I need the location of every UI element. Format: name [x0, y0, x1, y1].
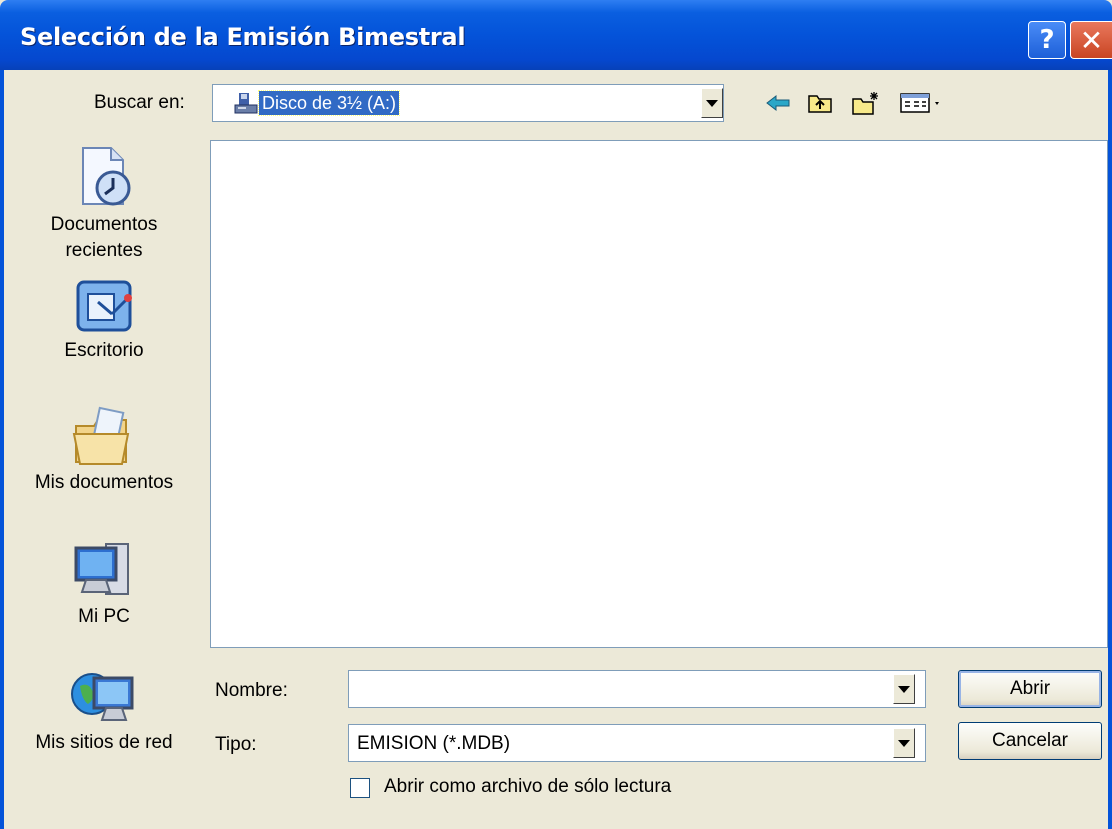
- close-button[interactable]: ✕: [1070, 21, 1112, 59]
- chevron-down-icon: [706, 99, 718, 107]
- view-menu-button[interactable]: [896, 86, 948, 120]
- window-frame-right: [1108, 70, 1112, 829]
- look-in-dropdown-button[interactable]: [701, 88, 723, 118]
- my-computer-icon: [74, 543, 129, 595]
- look-in-value: Disco de 3½ (A:): [257, 90, 401, 116]
- floppy-drive-icon: [234, 93, 258, 114]
- filename-label: Nombre:: [215, 680, 288, 701]
- readonly-label[interactable]: Abrir como archivo de sólo lectura: [384, 776, 671, 798]
- look-in-label: Buscar en:: [94, 92, 185, 113]
- file-list[interactable]: [210, 140, 1108, 648]
- place-network[interactable]: Mis sitios de red: [14, 664, 194, 756]
- filetype-dropdown[interactable]: EMISION (*.MDB): [348, 724, 926, 762]
- cancel-button[interactable]: Cancelar: [958, 722, 1102, 760]
- open-button[interactable]: Abrir: [958, 670, 1102, 708]
- title-bar[interactable]: Selección de la Emisión Bimestral ? ✕: [0, 0, 1112, 70]
- back-arrow-icon: [766, 94, 790, 112]
- window-title: Selección de la Emisión Bimestral: [20, 23, 466, 51]
- place-my-documents[interactable]: Mis documentos: [14, 404, 194, 496]
- filetype-dropdown-button[interactable]: [893, 728, 915, 758]
- network-places-icon: [71, 673, 134, 721]
- place-label: Documentos recientes: [50, 214, 158, 261]
- recent-documents-icon: [82, 147, 131, 206]
- place-label: Mis documentos: [34, 472, 174, 493]
- filename-dropdown-button[interactable]: [893, 674, 915, 704]
- up-folder-button[interactable]: [802, 86, 838, 120]
- new-folder-icon: [852, 92, 878, 115]
- place-label: Mi PC: [78, 606, 130, 627]
- my-documents-icon: [72, 406, 130, 465]
- chevron-down-icon: [898, 739, 910, 747]
- filetype-label: Tipo:: [215, 734, 257, 755]
- help-icon: ?: [1039, 25, 1055, 55]
- window-frame-left: [0, 70, 4, 829]
- chevron-down-icon: [898, 685, 910, 693]
- new-folder-button[interactable]: [848, 86, 884, 120]
- up-folder-icon: [808, 95, 832, 113]
- readonly-checkbox[interactable]: [350, 778, 370, 798]
- desktop-icon: [76, 280, 132, 332]
- view-menu-icon: [900, 93, 939, 113]
- open-button-label: Abrir: [1009, 678, 1051, 699]
- place-label: Mis sitios de red: [35, 732, 173, 753]
- back-button[interactable]: [760, 86, 796, 120]
- filename-field[interactable]: [348, 670, 926, 708]
- place-label: Escritorio: [64, 340, 144, 361]
- place-desktop[interactable]: Escritorio: [14, 276, 194, 364]
- look-in-dropdown[interactable]: Disco de 3½ (A:): [212, 84, 724, 122]
- cancel-button-label: Cancelar: [991, 730, 1069, 751]
- place-recent-documents[interactable]: Documentos recientes: [14, 144, 194, 264]
- close-icon: ✕: [1079, 23, 1104, 57]
- help-button[interactable]: ?: [1028, 21, 1066, 59]
- place-my-computer[interactable]: Mi PC: [14, 538, 194, 630]
- filetype-value: EMISION (*.MDB): [357, 733, 511, 754]
